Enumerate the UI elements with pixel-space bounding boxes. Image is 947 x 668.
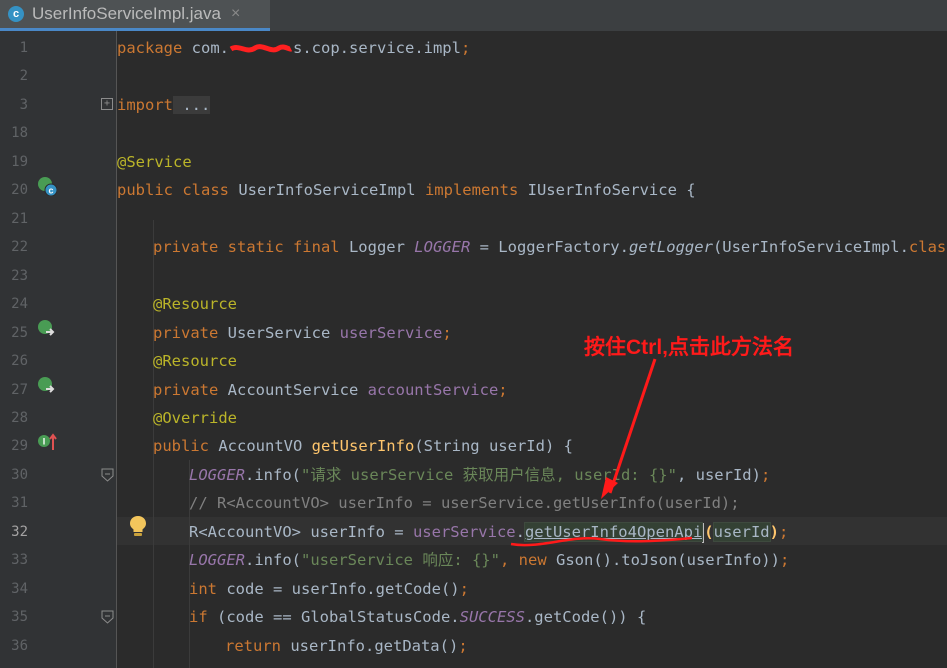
tab-userinfoserviceimpl[interactable]: c UserInfoServiceImpl.java × xyxy=(0,0,270,31)
tab-title: UserInfoServiceImpl.java xyxy=(32,4,221,23)
java-class-icon: c xyxy=(8,6,24,22)
code-editor[interactable]: 1 2 3 18 19 20 21 22 23 24 25 26 27 28 2… xyxy=(0,31,947,668)
editor-tab-bar: c UserInfoServiceImpl.java × xyxy=(0,0,947,32)
annotation-arrow xyxy=(510,358,693,547)
close-icon[interactable]: × xyxy=(231,5,240,23)
